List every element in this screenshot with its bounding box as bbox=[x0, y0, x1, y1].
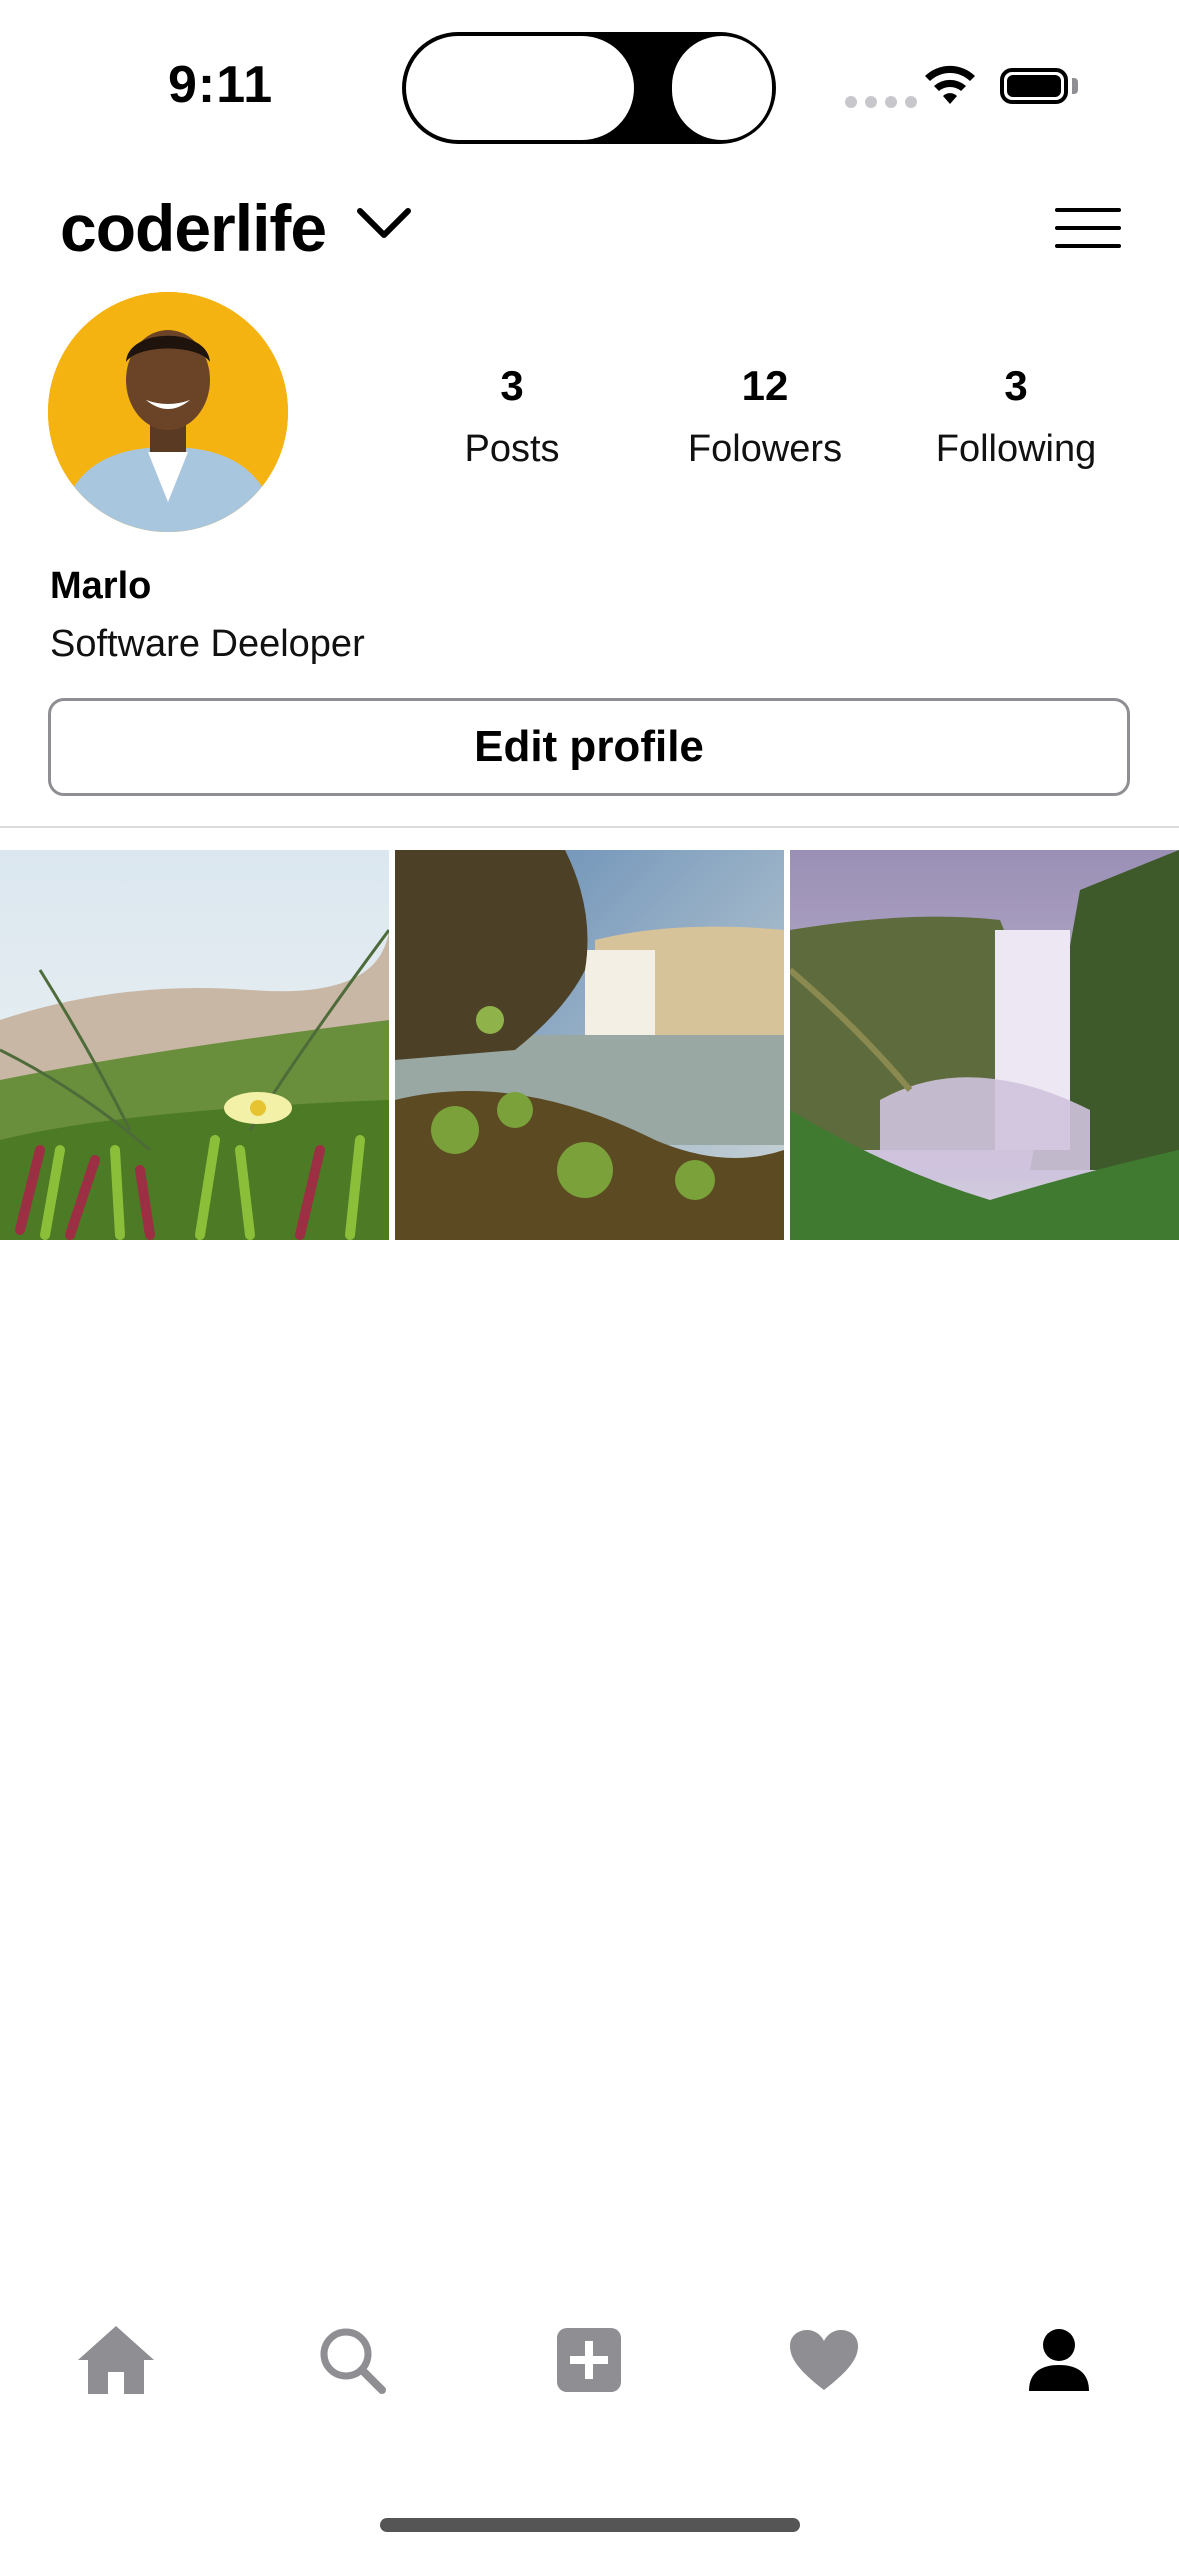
edit-profile-button[interactable]: Edit profile bbox=[48, 698, 1130, 796]
post-thumbnail-skogafoss[interactable] bbox=[790, 850, 1179, 1240]
battery-cap bbox=[1072, 78, 1078, 94]
battery-icon bbox=[1000, 68, 1068, 104]
dynamic-island-pill bbox=[406, 36, 634, 140]
chevron-down-icon[interactable] bbox=[356, 205, 412, 246]
stat-posts[interactable]: 3 Posts bbox=[392, 362, 632, 471]
post-thumbnail-flower[interactable] bbox=[0, 850, 389, 1240]
profile-icon[interactable] bbox=[1019, 2320, 1099, 2400]
home-indicator[interactable] bbox=[380, 2518, 800, 2532]
avatar[interactable] bbox=[48, 292, 288, 532]
heart-icon[interactable] bbox=[784, 2320, 864, 2400]
hamburger-menu-icon[interactable] bbox=[1055, 208, 1121, 262]
posts-label: Posts bbox=[464, 428, 560, 470]
followers-count: 12 bbox=[741, 362, 789, 409]
stat-following[interactable]: 3 Following bbox=[896, 362, 1136, 471]
profile-username[interactable]: coderlife bbox=[60, 190, 327, 266]
add-post-icon[interactable] bbox=[549, 2320, 629, 2400]
dynamic-island-dot bbox=[672, 36, 772, 140]
followers-label: Folowers bbox=[687, 428, 843, 470]
status-time: 9:11 bbox=[168, 56, 274, 114]
post-thumbnail-waterfall[interactable] bbox=[395, 850, 784, 1240]
home-icon[interactable] bbox=[76, 2320, 156, 2400]
following-label: Following bbox=[935, 428, 1097, 470]
signal-icon bbox=[845, 96, 917, 108]
wifi-icon bbox=[922, 64, 978, 113]
stat-followers[interactable]: 12 Folowers bbox=[645, 362, 885, 471]
profile-bio: Software Deeloper bbox=[50, 623, 365, 665]
following-count: 3 bbox=[1004, 362, 1028, 409]
profile-name: Marlo bbox=[50, 565, 152, 607]
posts-count: 3 bbox=[500, 362, 524, 409]
search-icon[interactable] bbox=[312, 2320, 392, 2400]
section-divider bbox=[0, 826, 1179, 828]
